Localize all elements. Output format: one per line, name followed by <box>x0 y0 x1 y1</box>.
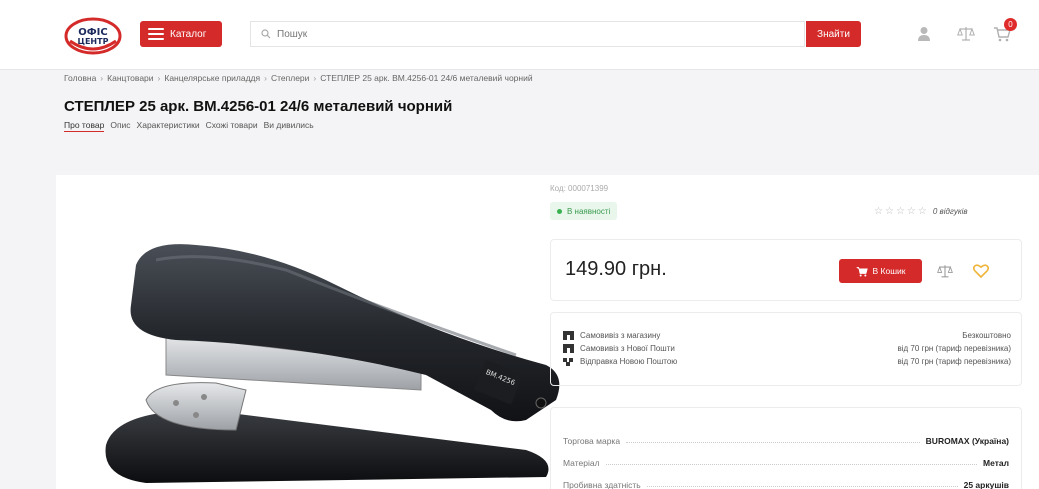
stock-status-badge: В наявності <box>550 202 618 220</box>
logo-icon: ОФІС ЦЕНТР <box>64 17 122 55</box>
delivery-price: від 70 грн (тариф перевізника) <box>897 357 1011 366</box>
in-stock-dot-icon <box>557 208 562 214</box>
chevron-right-icon: › <box>313 73 317 83</box>
delivery-price: від 70 грн (тариф перевізника) <box>897 344 1011 353</box>
search-icon <box>261 29 271 39</box>
add-to-cart-button[interactable]: В Кошик <box>839 259 922 283</box>
scales-icon <box>957 27 975 41</box>
delivery-options: Самовивіз з магазину Безкоштовно Самовив… <box>550 312 1022 386</box>
delivery-label: Самовивіз з магазину <box>580 331 661 340</box>
search-box <box>250 21 805 47</box>
product-card: BM.4256 Код: 000071399 В наявності ☆ ☆ ☆… <box>56 175 1039 489</box>
product-rating[interactable]: ☆ ☆ ☆ ☆ ☆ 0 відгуків <box>874 206 968 217</box>
breadcrumb-item[interactable]: Головна <box>64 73 96 83</box>
spec-name: Пробивна здатність <box>563 480 641 489</box>
star-icon: ☆ <box>874 206 883 217</box>
delivery-row: Самовивіз з Нової Пошти від 70 грн (тари… <box>563 342 1011 355</box>
cart-icon <box>856 266 868 276</box>
add-to-cart-label: В Кошик <box>872 266 906 276</box>
spec-name: Торгова марка <box>563 436 621 446</box>
logo-line2: ЦЕНТР <box>78 37 109 46</box>
breadcrumb-item[interactable]: Канцелярське приладдя <box>164 73 260 83</box>
delivery-price: Безкоштовно <box>962 331 1011 340</box>
tab-about[interactable]: Про товар <box>64 120 105 132</box>
scales-icon <box>937 264 953 277</box>
chevron-right-icon: › <box>100 73 104 83</box>
stock-status-text: В наявності <box>567 206 611 216</box>
spec-leader <box>646 486 958 487</box>
spec-row: Торгова марка BUROMAX (Україна) <box>563 424 1009 446</box>
account-button[interactable] <box>912 22 936 46</box>
star-icon: ☆ <box>884 206 894 217</box>
product-price: 149.90 грн. <box>565 258 667 280</box>
product-sku: Код: 000071399 <box>550 184 609 193</box>
store-icon <box>563 331 574 340</box>
heart-icon <box>973 264 989 278</box>
catalog-button[interactable]: Каталог <box>140 21 222 47</box>
page-title: СТЕПЛЕР 25 арк. BM.4256-01 24/6 металеви… <box>64 98 453 115</box>
catalog-label: Каталог <box>170 28 207 40</box>
delivery-row: Самовивіз з магазину Безкоштовно <box>563 329 1011 342</box>
spec-leader <box>626 442 920 443</box>
tab-characteristics[interactable]: Характеристики <box>137 120 200 132</box>
compare-header-button[interactable] <box>954 22 978 46</box>
spec-value: BUROMAX (Україна) <box>925 436 1009 446</box>
post-office-icon <box>563 344 574 353</box>
specs-table: Торгова марка BUROMAX (Україна) Матеріал… <box>550 407 1022 489</box>
star-icon: ☆ <box>906 206 916 217</box>
reviews-link[interactable]: 0 відгуків <box>933 207 968 216</box>
spec-name: Матеріал <box>563 458 600 468</box>
spec-leader <box>605 464 977 465</box>
delivery-label: Самовивіз з Нової Пошти <box>580 344 675 353</box>
spec-value: Метал <box>983 458 1009 468</box>
delivery-label: Відправка Новою Поштою <box>580 357 678 366</box>
site-logo[interactable]: ОФІС ЦЕНТР <box>64 17 122 55</box>
search-button[interactable]: Знайти <box>806 21 861 47</box>
product-tabs: Про товар Опис Характеристики Схожі това… <box>64 120 314 132</box>
breadcrumb-current: СТЕПЛЕР 25 арк. BM.4256-01 24/6 металеви… <box>320 73 533 83</box>
price-box: 149.90 грн. В Кошик <box>550 239 1022 301</box>
spec-value: 25 аркушів <box>963 480 1009 489</box>
tab-similar[interactable]: Схожі товари <box>206 120 258 132</box>
chevron-right-icon: › <box>157 73 161 83</box>
tab-viewed[interactable]: Ви дивились <box>264 120 314 132</box>
product-image[interactable]: BM.4256 <box>86 215 586 485</box>
cart-count-badge: 0 <box>1004 18 1017 31</box>
compare-button[interactable] <box>934 259 956 283</box>
burger-menu-icon <box>148 28 164 40</box>
star-icon: ☆ <box>895 206 905 217</box>
favorite-button[interactable] <box>970 259 992 283</box>
star-icon: ☆ <box>917 206 927 217</box>
stapler-image: BM.4256 <box>105 244 560 483</box>
site-header: ОФІС ЦЕНТР Каталог Знайти <box>0 0 1039 70</box>
spec-row: Матеріал Метал <box>563 446 1009 468</box>
chevron-right-icon: › <box>264 73 267 83</box>
breadcrumb-item[interactable]: Канцтовари <box>107 73 153 83</box>
user-icon <box>918 27 930 41</box>
breadcrumb-item[interactable]: Степлери <box>271 73 309 83</box>
cart-header-button[interactable]: 0 <box>990 18 1017 46</box>
search-input[interactable] <box>277 28 777 40</box>
breadcrumb: Головна › Канцтовари › Канцелярське прил… <box>64 73 533 83</box>
shipping-icon <box>563 358 573 366</box>
delivery-row: Відправка Новою Поштою від 70 грн (тариф… <box>563 355 1011 368</box>
spec-row: Пробивна здатність 25 аркушів <box>563 468 1009 489</box>
tab-description[interactable]: Опис <box>110 120 130 132</box>
